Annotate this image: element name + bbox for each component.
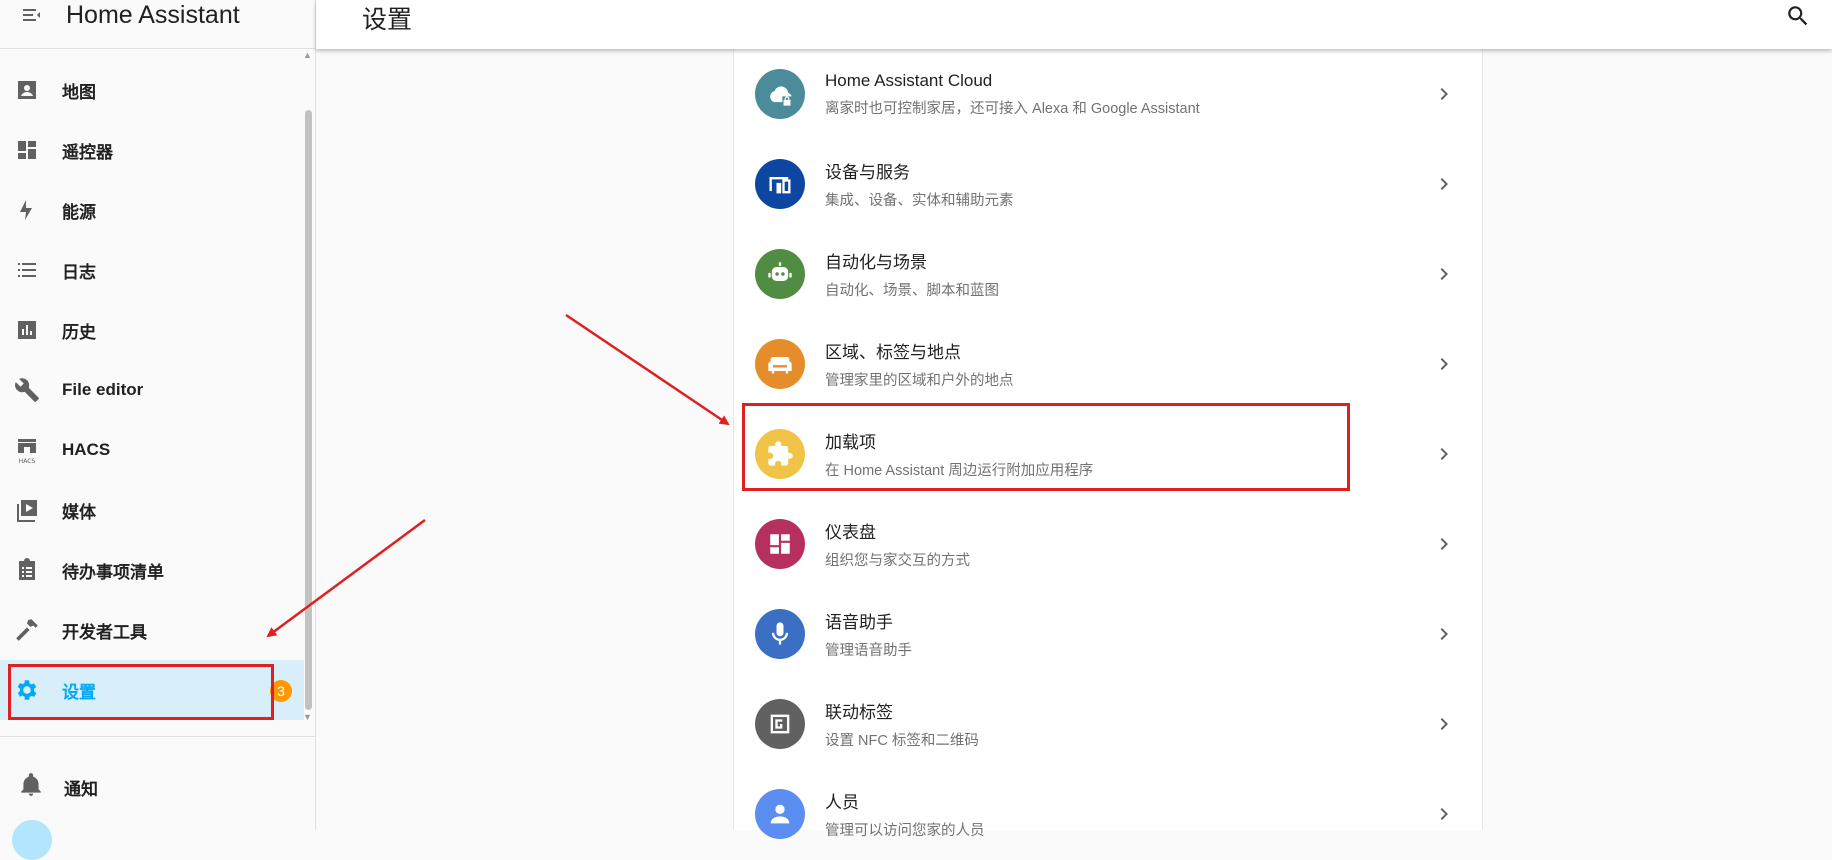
account-icon — [755, 789, 805, 839]
row-subtitle: 设置 NFC 标签和二维码 — [825, 733, 979, 749]
sidebar-item-file-editor[interactable]: File editor — [0, 360, 304, 420]
row-subtitle: 集成、设备、实体和辅助元素 — [825, 193, 1014, 209]
sidebar-header: Home Assistant — [0, 0, 315, 49]
sidebar-item-map[interactable]: 地图 — [0, 60, 304, 120]
sidebar-item-label: 待办事项清单 — [62, 562, 164, 582]
sidebar-item-label: 开发者工具 — [62, 622, 147, 642]
sidebar-item-label: File editor — [62, 380, 144, 399]
settings-row-cloud[interactable]: Home Assistant Cloud 离家时也可控制家居，还可接入 Alex… — [734, 49, 1482, 139]
list-icon — [13, 256, 41, 284]
settings-row-addons[interactable]: 加载项 在 Home Assistant 周边运行附加应用程序 — [734, 409, 1482, 499]
hammer-icon — [13, 616, 41, 644]
sidebar-item-label: 历史 — [62, 322, 96, 342]
row-title: 自动化与场景 — [825, 253, 927, 272]
sidebar: Home Assistant ▲ ▼ 地图 遥控器 能源 日志 历史 File … — [0, 0, 316, 860]
row-subtitle: 管理家里的区域和户外的地点 — [825, 373, 1014, 389]
sidebar-scrollbar[interactable] — [305, 110, 312, 710]
cloud-lock-icon — [755, 69, 805, 119]
row-subtitle: 离家时也可控制家居，还可接入 Alexa 和 Google Assistant — [825, 100, 1200, 117]
sidebar-list: 地图 遥控器 能源 日志 历史 File editor HACS HACS 媒体… — [0, 60, 304, 720]
chevron-right-icon — [1440, 448, 1448, 460]
robot-icon — [755, 249, 805, 299]
row-title: 人员 — [825, 793, 859, 812]
settings-row-areas[interactable]: 区域、标签与地点 管理家里的区域和户外的地点 — [734, 319, 1482, 409]
chevron-right-icon — [1440, 358, 1448, 370]
bell-icon — [18, 772, 44, 803]
chevron-right-icon — [1440, 268, 1448, 280]
sidebar-item-label: 设置 — [62, 682, 96, 702]
microphone-icon — [755, 609, 805, 659]
dashboard-icon — [755, 519, 805, 569]
settings-card: Home Assistant Cloud 离家时也可控制家居，还可接入 Alex… — [733, 49, 1483, 839]
settings-row-devices[interactable]: 设备与服务 集成、设备、实体和辅助元素 — [734, 139, 1482, 229]
sidebar-item-label: 能源 — [62, 202, 96, 222]
sidebar-item-energy[interactable]: 能源 — [0, 180, 304, 240]
app-title: Home Assistant — [66, 0, 240, 29]
notifications-label: 通知 — [64, 779, 98, 799]
sidebar-divider — [0, 736, 316, 737]
chevron-right-icon — [1440, 178, 1448, 190]
sidebar-item-label: HACS — [62, 440, 111, 459]
row-title: 仪表盘 — [825, 523, 876, 542]
row-subtitle: 管理语音助手 — [825, 643, 912, 659]
puzzle-icon — [755, 429, 805, 479]
settings-row-voice[interactable]: 语音助手 管理语音助手 — [734, 589, 1482, 679]
scroll-down-arrow[interactable]: ▼ — [303, 712, 312, 722]
sidebar-item-hacs[interactable]: HACS HACS — [0, 420, 304, 480]
chart-box-icon — [13, 316, 41, 344]
row-subtitle: 自动化、场景、脚本和蓝图 — [825, 283, 999, 299]
row-title: 设备与服务 — [825, 163, 910, 182]
sidebar-item-label: 地图 — [62, 82, 96, 102]
sidebar-item-logbook[interactable]: 日志 — [0, 240, 304, 300]
top-app-bar: 设置 — [316, 0, 1832, 49]
search-icon — [1788, 6, 1808, 26]
arrow-to-addons — [565, 313, 730, 426]
sidebar-item-label: 媒体 — [62, 502, 96, 522]
row-title: Home Assistant Cloud — [825, 70, 993, 90]
play-box-multiple-icon — [13, 496, 41, 524]
hacs-icon: HACS — [13, 436, 41, 464]
chevron-right-icon — [1440, 718, 1448, 730]
row-subtitle: 在 Home Assistant 周边运行附加应用程序 — [825, 463, 1094, 479]
gear-icon — [13, 676, 41, 704]
chevron-right-icon — [1440, 538, 1448, 550]
lightning-bolt-icon — [13, 196, 41, 224]
chevron-right-icon — [1440, 808, 1448, 820]
sidebar-item-remote[interactable]: 遥控器 — [0, 120, 304, 180]
wrench-icon — [13, 376, 41, 404]
settings-row-people[interactable]: 人员 管理可以访问您家的人员 — [734, 769, 1482, 859]
nfc-icon — [755, 699, 805, 749]
user-avatar[interactable] — [12, 820, 52, 860]
devices-icon — [755, 159, 805, 209]
sidebar-item-notifications[interactable]: 通知 — [0, 757, 300, 817]
sidebar-item-label: 遥控器 — [62, 142, 113, 162]
chevron-right-icon — [1440, 628, 1448, 640]
settings-row-tags[interactable]: 联动标签 设置 NFC 标签和二维码 — [734, 679, 1482, 769]
sidebar-item-developer-tools[interactable]: 开发者工具 — [0, 600, 304, 660]
menu-open-icon — [23, 9, 40, 21]
clipboard-list-icon — [13, 556, 41, 584]
chevron-right-icon — [1440, 88, 1448, 100]
row-subtitle: 组织您与家交互的方式 — [825, 553, 970, 569]
scroll-up-arrow[interactable]: ▲ — [303, 50, 312, 60]
page-title: 设置 — [362, 6, 413, 34]
row-title: 语音助手 — [825, 613, 893, 632]
sidebar-item-todo[interactable]: 待办事项清单 — [0, 540, 304, 600]
sidebar-item-history[interactable]: 历史 — [0, 300, 304, 360]
map-account-icon — [13, 76, 41, 104]
settings-row-dashboards[interactable]: 仪表盘 组织您与家交互的方式 — [734, 499, 1482, 589]
dashboard-icon — [13, 136, 41, 164]
sidebar-item-settings[interactable]: 设置 3 — [0, 660, 304, 720]
row-title: 加载项 — [825, 433, 876, 452]
menu-collapse-button[interactable] — [12, 0, 52, 35]
row-title: 区域、标签与地点 — [825, 343, 961, 362]
row-title: 联动标签 — [825, 703, 893, 722]
sidebar-item-media[interactable]: 媒体 — [0, 480, 304, 540]
notification-badge: 3 — [270, 680, 292, 702]
sidebar-item-label: 日志 — [62, 262, 96, 282]
search-button[interactable] — [1782, 0, 1814, 32]
sofa-icon — [755, 339, 805, 389]
svg-text:HACS: HACS — [19, 458, 36, 464]
settings-row-automations[interactable]: 自动化与场景 自动化、场景、脚本和蓝图 — [734, 229, 1482, 319]
